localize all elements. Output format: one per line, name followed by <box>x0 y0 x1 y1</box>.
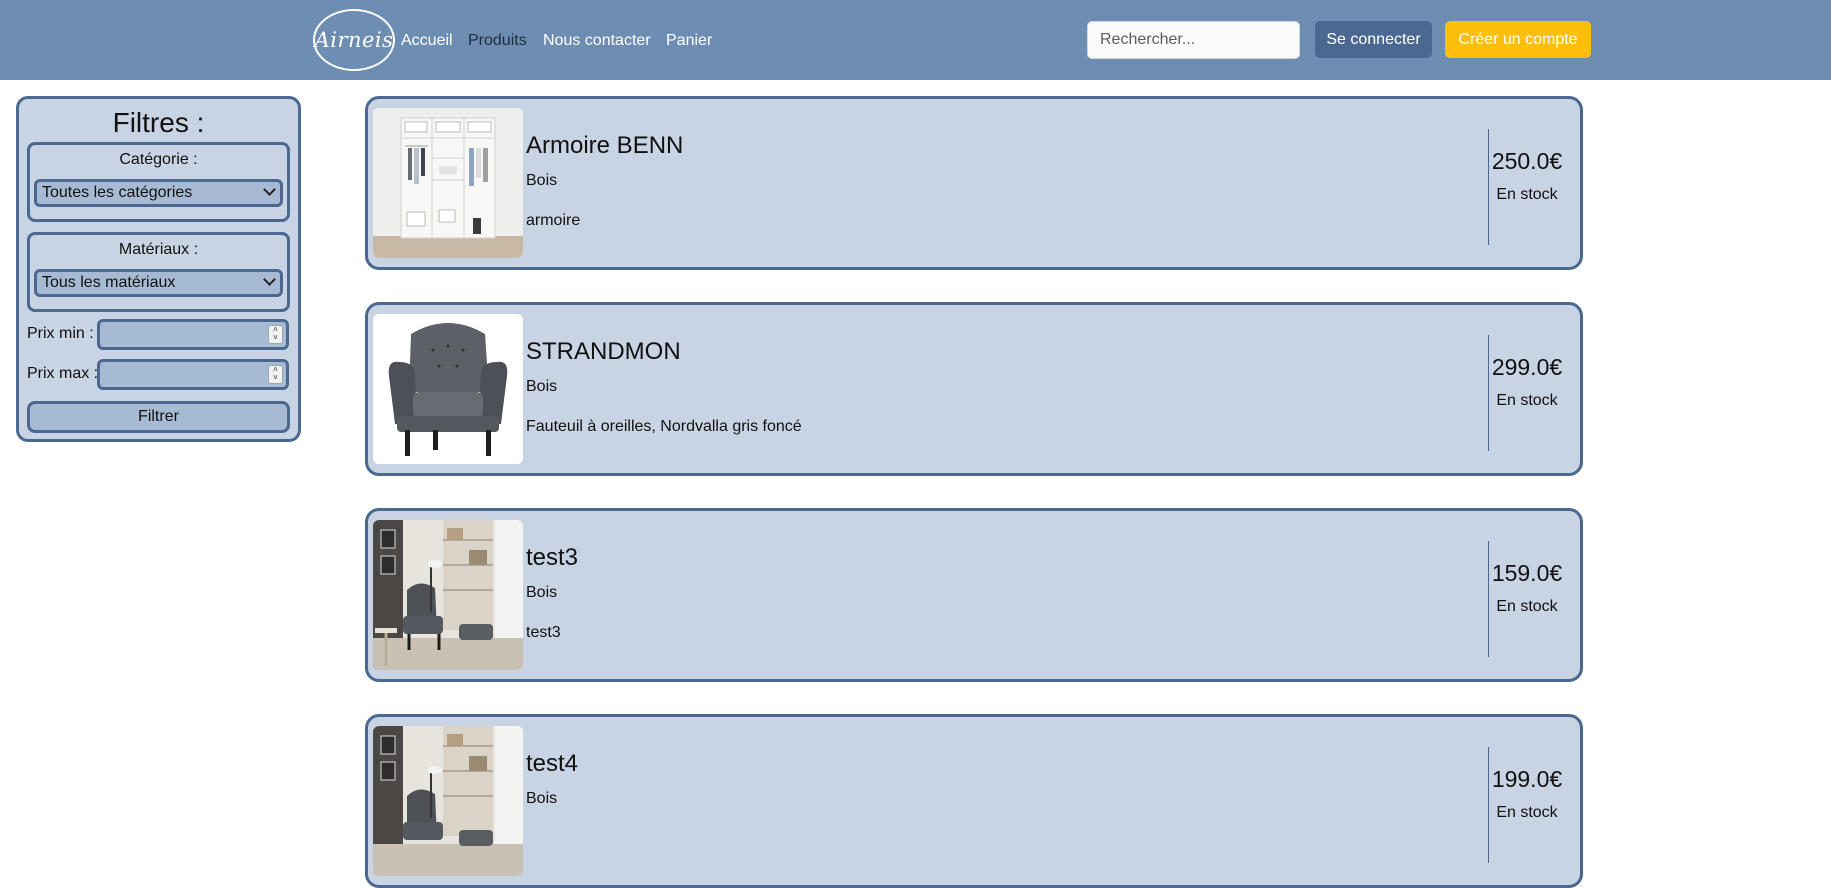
number-spinner-icon[interactable]: ˄ ˅ <box>268 325 283 344</box>
chevron-down-icon <box>263 273 276 286</box>
card-divider <box>1488 335 1489 451</box>
filter-submit-button[interactable]: Filtrer <box>27 401 290 433</box>
product-card[interactable]: Armoire BENN Bois armoire 250.0€ En stoc… <box>365 96 1583 270</box>
product-card[interactable]: STRANDMON Bois Fauteuil à oreilles, Nord… <box>365 302 1583 476</box>
product-name[interactable]: test4 <box>526 750 578 778</box>
product-stock-status: En stock <box>1496 804 1558 821</box>
product-image-living-room[interactable] <box>373 520 523 670</box>
product-description: Fauteuil à oreilles, Nordvalla gris fonc… <box>526 418 802 435</box>
category-select[interactable]: Toutes les catégories <box>34 179 283 207</box>
signup-button[interactable]: Créer un compte <box>1445 21 1591 58</box>
product-name[interactable]: STRANDMON <box>526 338 681 366</box>
brand-logo[interactable]: Airneis <box>313 9 395 71</box>
product-material: Bois <box>526 378 558 395</box>
price-max-input[interactable]: ˄ ˅ <box>97 359 289 390</box>
login-button[interactable]: Se connecter <box>1315 21 1432 58</box>
product-image-living-room[interactable] <box>373 726 523 876</box>
materials-select-value: Tous les matériaux <box>42 274 176 291</box>
materials-label: Matériaux : <box>118 241 199 258</box>
product-stock-status: En stock <box>1496 598 1558 615</box>
product-card[interactable]: test3 Bois test3 159.0€ En stock <box>365 508 1583 682</box>
chevron-down-icon <box>263 183 276 196</box>
product-price: 250.0€ <box>1491 148 1563 174</box>
nav-products-link[interactable]: Produits <box>468 31 527 51</box>
product-price: 199.0€ <box>1491 766 1563 792</box>
materials-select[interactable]: Tous les matériaux <box>34 269 283 297</box>
product-material: Bois <box>526 790 558 807</box>
nav-cart-link[interactable]: Panier <box>666 31 712 51</box>
product-name[interactable]: Armoire BENN <box>526 132 683 160</box>
card-divider <box>1488 747 1489 863</box>
card-divider <box>1488 129 1489 245</box>
product-name[interactable]: test3 <box>526 544 578 572</box>
category-label: Catégorie : <box>119 151 198 168</box>
product-description: armoire <box>526 212 581 229</box>
product-description: test3 <box>526 624 561 641</box>
product-price: 299.0€ <box>1491 354 1563 380</box>
category-select-value: Toutes les catégories <box>42 184 193 201</box>
nav-contact-link[interactable]: Nous contacter <box>543 31 651 51</box>
product-image-wardrobe[interactable] <box>373 108 523 258</box>
filter-panel: Filtres : Catégorie : Toutes les catégor… <box>16 96 301 442</box>
product-material: Bois <box>526 172 558 189</box>
brand-logo-text: Airneis <box>314 28 394 52</box>
nav-home-link[interactable]: Accueil <box>401 31 453 51</box>
price-max-label: Prix max : <box>27 365 99 382</box>
product-card[interactable]: test4 Bois 199.0€ En stock <box>365 714 1583 888</box>
number-spinner-icon[interactable]: ˄ ˅ <box>268 365 283 384</box>
price-min-input[interactable]: ˄ ˅ <box>97 319 289 350</box>
search-input[interactable] <box>1087 21 1300 59</box>
materials-filter-group: Matériaux : Tous les matériaux <box>27 232 290 312</box>
category-filter-group: Catégorie : Toutes les catégories <box>27 142 290 222</box>
product-stock-status: En stock <box>1496 392 1558 409</box>
card-divider <box>1488 541 1489 657</box>
product-material: Bois <box>526 584 558 601</box>
product-image-armchair[interactable] <box>373 314 523 464</box>
top-navbar: Airneis Accueil Produits Nous contacter … <box>0 0 1831 80</box>
product-price: 159.0€ <box>1491 560 1563 586</box>
price-min-label: Prix min : <box>27 325 94 342</box>
product-stock-status: En stock <box>1496 186 1558 203</box>
filter-panel-title: Filtres : <box>112 107 205 138</box>
